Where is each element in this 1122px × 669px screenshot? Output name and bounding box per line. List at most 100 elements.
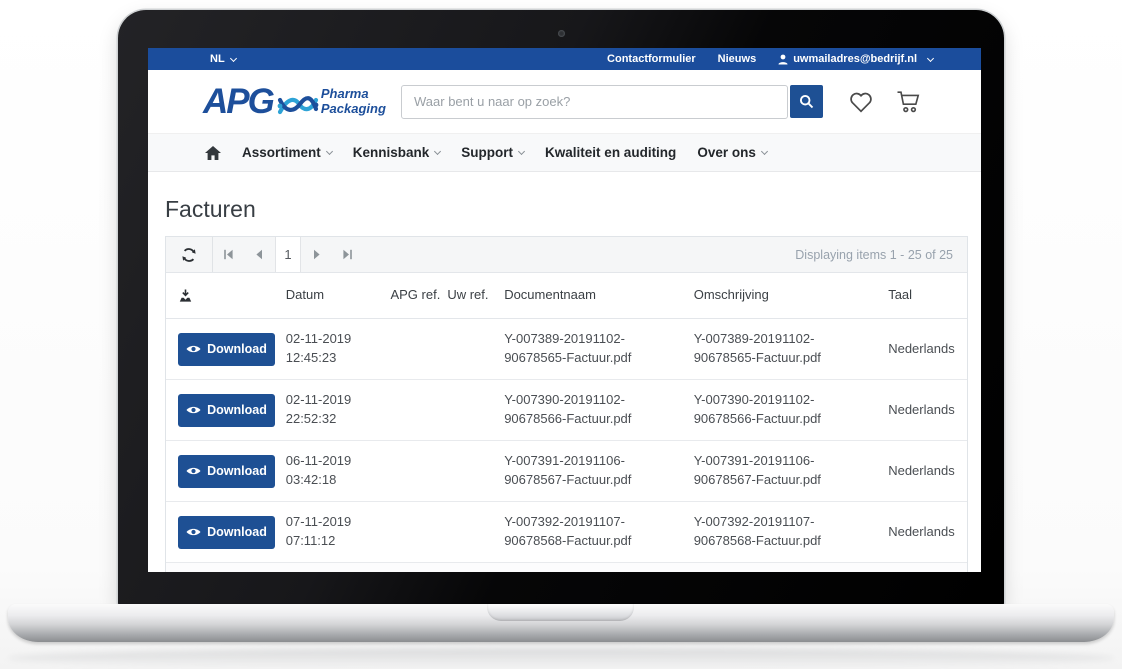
column-header-apg-ref[interactable]: APG ref. <box>390 286 447 305</box>
table-row: Download 02-11-201912:45:23 Y-007389-201… <box>166 319 967 380</box>
search-input[interactable] <box>401 85 788 119</box>
download-button[interactable]: Download <box>178 333 275 366</box>
eye-icon <box>186 405 201 415</box>
home-icon <box>205 146 221 160</box>
laptop-reflection <box>8 648 1114 668</box>
chevron-down-icon <box>230 54 237 61</box>
first-page-button[interactable] <box>213 237 244 272</box>
next-page-button[interactable] <box>301 237 332 272</box>
cell-omschrijving: Y-007391-20191106-90678567-Factuur.pdf <box>694 452 889 490</box>
table-row: Download 02-11-201922:52:32 Y-007390-201… <box>166 380 967 441</box>
next-page-icon <box>311 249 322 260</box>
cell-datum: 02-11-201912:45:23 <box>286 330 391 368</box>
download-label: Download <box>207 525 267 539</box>
language-label: NL <box>210 53 225 65</box>
browser-viewport: NL Contactformulier Nieuws uwmailadres@b… <box>148 48 981 572</box>
download-button[interactable]: Download <box>178 516 275 549</box>
cell-taal: Nederlands <box>888 523 967 542</box>
page-number-input[interactable]: 1 <box>275 237 301 272</box>
logo-tagline-line2: Packaging <box>321 102 386 117</box>
nieuws-link[interactable]: Nieuws <box>718 53 757 65</box>
download-column-header[interactable] <box>166 289 286 303</box>
cell-documentnaam: Y-007391-20191106-90678567-Factuur.pdf <box>504 452 694 490</box>
nav-item-kennisbank[interactable]: Kennisbank <box>353 145 441 160</box>
nav-label: Kwaliteit en auditing <box>545 145 676 160</box>
heart-icon <box>848 90 874 114</box>
eye-icon <box>186 466 201 476</box>
search-bar <box>401 85 823 119</box>
laptop-screen-bezel: NL Contactformulier Nieuws uwmailadres@b… <box>118 10 1004 605</box>
download-label: Download <box>207 342 267 356</box>
column-header-omschrijving[interactable]: Omschrijving <box>694 286 889 305</box>
search-button[interactable] <box>790 85 823 118</box>
first-page-icon <box>223 249 234 260</box>
apg-logo[interactable]: APG Pharma Packaging <box>203 84 401 119</box>
nav-item-assortiment[interactable]: Assortiment <box>242 145 332 160</box>
download-button[interactable]: Download <box>178 455 275 488</box>
page-content: Facturen <box>148 172 981 572</box>
chevron-down-icon <box>518 148 525 155</box>
nav-item-kwaliteit-en-auditing[interactable]: Kwaliteit en auditing <box>545 145 676 160</box>
cell-omschrijving: Y-007389-20191102-90678565-Factuur.pdf <box>694 330 889 368</box>
nav-item-over-ons[interactable]: Over ons <box>697 145 767 160</box>
main-navigation: Assortiment Kennisbank Support Kwaliteit… <box>148 133 981 172</box>
language-selector[interactable]: NL <box>210 53 236 65</box>
column-header-datum[interactable]: Datum <box>286 286 391 305</box>
download-label: Download <box>207 464 267 478</box>
refresh-icon <box>181 247 197 263</box>
nav-label: Support <box>461 145 513 160</box>
cell-documentnaam: Y-007389-20191102-90678565-Factuur.pdf <box>504 330 694 368</box>
user-email: uwmailadres@bedrijf.nl <box>793 53 917 65</box>
page-title: Facturen <box>165 196 968 223</box>
table-row-partial <box>166 563 967 572</box>
cart-icon <box>896 90 923 114</box>
cell-omschrijving: Y-007390-20191102-90678566-Factuur.pdf <box>694 391 889 429</box>
cell-documentnaam: Y-007392-20191107-90678568-Factuur.pdf <box>504 513 694 551</box>
download-label: Download <box>207 403 267 417</box>
previous-page-icon <box>254 249 265 260</box>
eye-icon <box>186 344 201 354</box>
nav-home[interactable] <box>205 146 221 160</box>
pagination-status: Displaying items 1 - 25 of 25 <box>795 237 967 272</box>
logo-wordmark: APG <box>203 84 273 119</box>
table-row: Download 06-11-201903:42:18 Y-007391-201… <box>166 441 967 502</box>
search-icon <box>799 94 814 109</box>
eye-icon <box>186 527 201 537</box>
nav-item-support[interactable]: Support <box>461 145 524 160</box>
download-icon <box>178 289 193 303</box>
cell-taal: Nederlands <box>888 462 967 481</box>
previous-page-button[interactable] <box>244 237 275 272</box>
cell-datum: 02-11-201922:52:32 <box>286 391 391 429</box>
last-page-button[interactable] <box>332 237 363 272</box>
chevron-down-icon <box>927 54 934 61</box>
cell-documentnaam: Y-007390-20191102-90678566-Factuur.pdf <box>504 391 694 429</box>
topbar-links: Contactformulier Nieuws uwmailadres@bedr… <box>607 53 933 65</box>
column-header-uw-ref[interactable]: Uw ref. <box>447 286 504 305</box>
nav-label: Over ons <box>697 145 756 160</box>
webcam-dot <box>558 30 565 37</box>
table-row: Download 07-11-201907:11:12 Y-007392-201… <box>166 502 967 563</box>
user-account-menu[interactable]: uwmailadres@bedrijf.nl <box>778 53 933 65</box>
refresh-button[interactable] <box>166 237 213 272</box>
chevron-down-icon <box>434 148 441 155</box>
table-toolbar: 1 Displaying items 1 - 25 of 25 <box>166 237 967 273</box>
wishlist-button[interactable] <box>848 90 874 114</box>
dna-icon <box>277 89 319 119</box>
cell-datum: 07-11-201907:11:12 <box>286 513 391 551</box>
column-header-taal[interactable]: Taal <box>888 286 967 305</box>
cell-taal: Nederlands <box>888 340 967 359</box>
nav-label: Kennisbank <box>353 145 430 160</box>
invoices-table: 1 Displaying items 1 - 25 of 25 <box>165 236 968 572</box>
nav-label: Assortiment <box>242 145 321 160</box>
table-header-row: Datum APG ref. Uw ref. Documentnaam Omsc… <box>166 273 967 319</box>
laptop-base <box>8 604 1114 642</box>
site-header: APG Pharma Packaging <box>148 70 981 133</box>
cart-button[interactable] <box>896 90 923 114</box>
download-button[interactable]: Download <box>178 394 275 427</box>
cell-omschrijving: Y-007392-20191107-90678568-Factuur.pdf <box>694 513 889 551</box>
chevron-down-icon <box>326 148 333 155</box>
top-utility-bar: NL Contactformulier Nieuws uwmailadres@b… <box>148 48 981 70</box>
cell-datum: 06-11-201903:42:18 <box>286 452 391 490</box>
contactformulier-link[interactable]: Contactformulier <box>607 53 696 65</box>
column-header-documentnaam[interactable]: Documentnaam <box>504 286 694 305</box>
